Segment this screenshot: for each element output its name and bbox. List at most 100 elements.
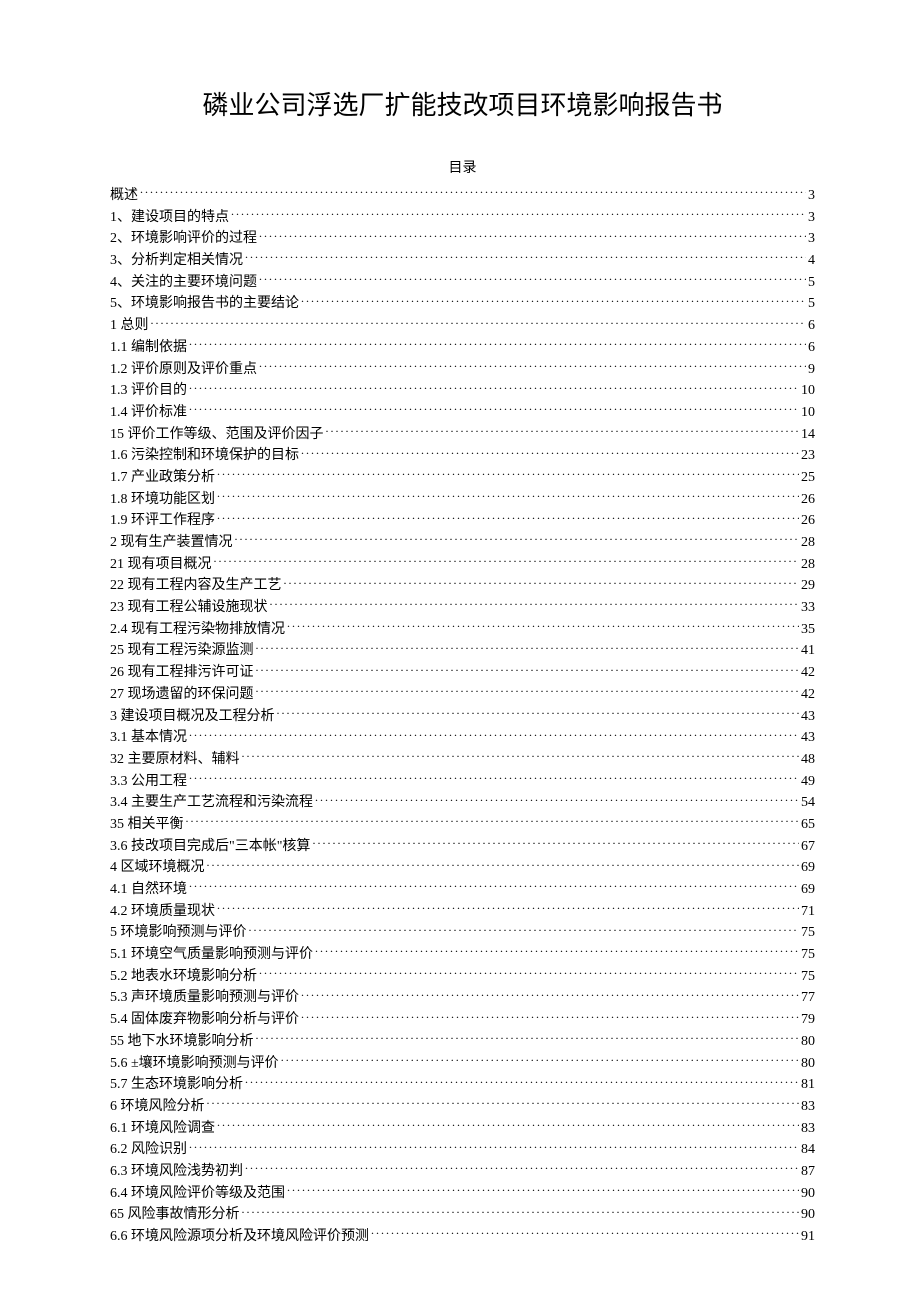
toc-entry: 6.3 环境风险浅势初判87 bbox=[110, 1161, 815, 1183]
toc-leader-dots bbox=[326, 424, 800, 438]
toc-entry-label: 6.3 环境风险浅势初判 bbox=[110, 1161, 243, 1183]
toc-leader-dots bbox=[189, 727, 799, 741]
toc-leader-dots bbox=[189, 879, 799, 893]
toc-entry: 2.4 现有工程污染物排放情况35 bbox=[110, 619, 815, 641]
toc-entry: 4 区域环境概况69 bbox=[110, 857, 815, 879]
toc-entry-page: 42 bbox=[801, 662, 815, 684]
toc-entry-page: 65 bbox=[801, 814, 815, 836]
toc-leader-dots bbox=[189, 1139, 799, 1153]
toc-leader-dots bbox=[315, 944, 799, 958]
toc-entry-page: 77 bbox=[801, 987, 815, 1009]
toc-entry: 3 建设项目概况及工程分析 43 bbox=[110, 706, 815, 728]
toc-entry: 5.7 生态环境影响分析 81 bbox=[110, 1074, 815, 1096]
toc-entry: 1.2 评价原则及评价重点9 bbox=[110, 359, 815, 381]
toc-entry: 6 环境风险分析83 bbox=[110, 1096, 815, 1118]
toc-entry-page: 75 bbox=[801, 944, 815, 966]
toc-entry-page: 90 bbox=[801, 1204, 815, 1226]
toc-leader-dots bbox=[281, 1053, 799, 1067]
toc-entry-page: 10 bbox=[801, 402, 815, 424]
toc-entry-page: 80 bbox=[801, 1031, 815, 1053]
toc-entry-label: 35 相关平衡 bbox=[110, 814, 184, 836]
toc-leader-dots bbox=[287, 1183, 799, 1197]
document-title: 磷业公司浮选厂扩能技改项目环境影响报告书 bbox=[110, 85, 815, 122]
toc-entry-label: 5.7 生态环境影响分析 bbox=[110, 1074, 243, 1096]
toc-leader-dots bbox=[284, 575, 800, 589]
toc-leader-dots bbox=[217, 467, 799, 481]
toc-entry-label: 1、建设项目的特点 bbox=[110, 207, 229, 229]
toc-entry: 1.1 编制依据6 bbox=[110, 337, 815, 359]
toc-leader-dots bbox=[231, 207, 806, 221]
toc-entry-page: 75 bbox=[801, 966, 815, 988]
toc-entry-page: 69 bbox=[801, 879, 815, 901]
toc-entry-label: 15 评价工作等级、范围及评价因子 bbox=[110, 424, 324, 446]
toc-entry-page: 49 bbox=[801, 771, 815, 793]
toc-entry-page: 3 bbox=[808, 207, 815, 229]
toc-entry-label: 3 建设项目概况及工程分析 bbox=[110, 706, 275, 728]
toc-entry-page: 25 bbox=[801, 467, 815, 489]
toc-entry: 4.2 环境质量现状71 bbox=[110, 901, 815, 923]
toc-leader-dots bbox=[259, 272, 806, 286]
toc-entry-label: 5.4 固体废弃物影响分析与评价 bbox=[110, 1009, 299, 1031]
toc-entry-page: 23 bbox=[801, 445, 815, 467]
toc-entry-page: 29 bbox=[801, 575, 815, 597]
toc-leader-dots bbox=[242, 749, 800, 763]
toc-entry: 2 现有生产装置情况28 bbox=[110, 532, 815, 554]
toc-entry-page: 81 bbox=[801, 1074, 815, 1096]
toc-entry-label: 4、关注的主要环境问题 bbox=[110, 272, 257, 294]
toc-entry-label: 2 现有生产装置情况 bbox=[110, 532, 233, 554]
toc-entry-page: 5 bbox=[808, 293, 815, 315]
toc-leader-dots bbox=[259, 228, 806, 242]
toc-entry-label: 1.2 评价原则及评价重点 bbox=[110, 359, 257, 381]
toc-entry: 1 总则6 bbox=[110, 315, 815, 337]
toc-entry-page: 79 bbox=[801, 1009, 815, 1031]
toc-entry-page: 6 bbox=[808, 337, 815, 359]
toc-entry: 5.6 ±壤环境影响预测与评价80 bbox=[110, 1053, 815, 1075]
toc-entry-page: 26 bbox=[801, 510, 815, 532]
toc-entry: 1.8 环境功能区划26 bbox=[110, 489, 815, 511]
toc-entry: 6.1 环境风险调查83 bbox=[110, 1118, 815, 1140]
toc-leader-dots bbox=[256, 640, 800, 654]
toc-entry: 22 现有工程内容及生产工艺29 bbox=[110, 575, 815, 597]
toc-entry-label: 4.2 环境质量现状 bbox=[110, 901, 215, 923]
toc-entry: 25 现有工程污染源监测 41 bbox=[110, 640, 815, 662]
toc-leader-dots bbox=[235, 532, 800, 546]
toc-entry: 4.1 自然环境 69 bbox=[110, 879, 815, 901]
toc-entry-label: 25 现有工程污染源监测 bbox=[110, 640, 254, 662]
toc-entry: 5、环境影响报告书的主要结论5 bbox=[110, 293, 815, 315]
toc-entry-page: 41 bbox=[801, 640, 815, 662]
toc-entry-label: 21 现有项目概况 bbox=[110, 554, 212, 576]
toc-entry-page: 43 bbox=[801, 706, 815, 728]
toc-entry: 6.4 环境风险评价等级及范围90 bbox=[110, 1183, 815, 1205]
toc-leader-dots bbox=[217, 489, 799, 503]
toc-leader-dots bbox=[315, 792, 799, 806]
toc-entry-page: 84 bbox=[801, 1139, 815, 1161]
toc-entry-page: 83 bbox=[801, 1118, 815, 1140]
toc-entry-page: 90 bbox=[801, 1183, 815, 1205]
toc-entry-label: 4 区域环境概况 bbox=[110, 857, 205, 879]
toc-entry-page: 33 bbox=[801, 597, 815, 619]
toc-entry-page: 6 bbox=[808, 315, 815, 337]
toc-entry-label: 3.6 技改项目完成后"三本帐"核算 bbox=[110, 836, 310, 858]
toc-entry-label: 2.4 现有工程污染物排放情况 bbox=[110, 619, 285, 641]
toc-entry-label: 27 现场遗留的环保问题 bbox=[110, 684, 254, 706]
toc-entry-page: 54 bbox=[801, 792, 815, 814]
toc-leader-dots bbox=[186, 814, 800, 828]
toc-entry-label: 65 风险事故情形分析 bbox=[110, 1204, 240, 1226]
toc-entry-label: 5.3 声环境质量影响预测与评价 bbox=[110, 987, 299, 1009]
toc-entry-label: 5 环境影响预测与评价 bbox=[110, 922, 247, 944]
toc-entry: 27 现场遗留的环保问题42 bbox=[110, 684, 815, 706]
toc-entry-page: 48 bbox=[801, 749, 815, 771]
toc-entry-label: 4.1 自然环境 bbox=[110, 879, 187, 901]
toc-leader-dots bbox=[371, 1226, 799, 1240]
toc-entry-page: 43 bbox=[801, 727, 815, 749]
toc-entry-label: 6.2 风险识别 bbox=[110, 1139, 187, 1161]
toc-leader-dots bbox=[151, 315, 807, 329]
toc-entry-label: 5.2 地表水环境影响分析 bbox=[110, 966, 257, 988]
toc-entry-page: 3 bbox=[808, 228, 815, 250]
toc-entry-label: 3.3 公用工程 bbox=[110, 771, 187, 793]
toc-entry-label: 1.7 产业政策分析 bbox=[110, 467, 215, 489]
toc-leader-dots bbox=[189, 380, 799, 394]
toc-entry: 15 评价工作等级、范围及评价因子14 bbox=[110, 424, 815, 446]
toc-entry-label: 3.4 主要生产工艺流程和污染流程 bbox=[110, 792, 313, 814]
toc-entry: 1.9 环评工作程序26 bbox=[110, 510, 815, 532]
